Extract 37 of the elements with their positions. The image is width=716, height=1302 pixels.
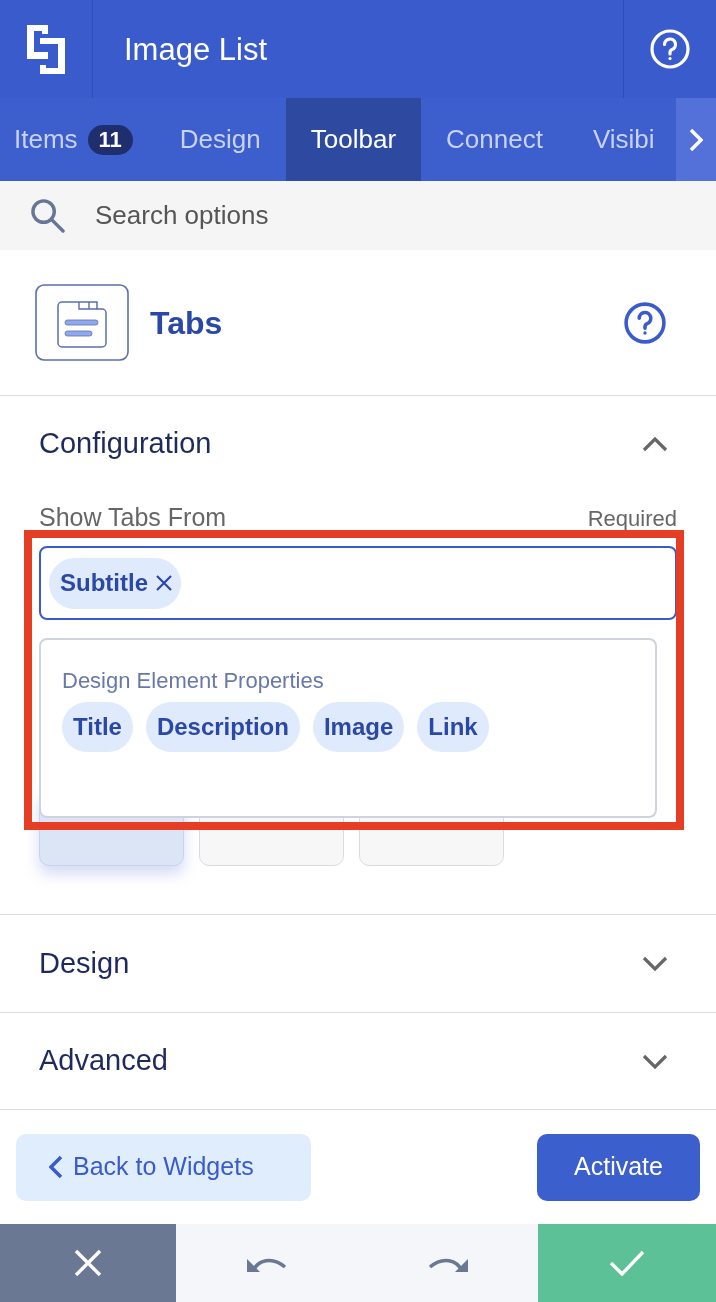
tags-input-field[interactable]: Subtitle [39, 546, 677, 620]
section-header[interactable]: Advanced [0, 1013, 716, 1109]
option-chip[interactable]: Description [145, 702, 300, 752]
chevron-right-icon [689, 127, 703, 152]
back-button[interactable]: Back to Widgets [16, 1133, 311, 1201]
check-icon [609, 1250, 645, 1276]
tab[interactable]: Toolbar [285, 98, 422, 181]
option-chip[interactable]: Image [312, 702, 405, 752]
help-icon [624, 301, 666, 344]
tab[interactable]: Connect [421, 98, 568, 181]
required-label: Required [587, 504, 677, 533]
search-input[interactable]: Search options [95, 196, 696, 235]
section-header[interactable]: Design [0, 915, 716, 1012]
tag-label: Subtitle [60, 568, 148, 598]
chevron-left-icon [49, 1155, 63, 1179]
tab[interactable]: Design [154, 98, 286, 181]
scroll-right-button[interactable] [676, 98, 716, 181]
logo-icon [27, 24, 65, 74]
window-title: Image List [124, 33, 267, 65]
section-header[interactable]: Configuration [0, 396, 716, 492]
option-chip[interactable]: Link [417, 702, 489, 752]
option-chip[interactable]: Title [62, 702, 133, 752]
widget-icon [35, 284, 129, 361]
search-field[interactable]: Search options [0, 181, 716, 250]
tab[interactable]: Visibi [567, 98, 680, 181]
help-icon [650, 29, 690, 69]
count-badge: 11 [87, 124, 133, 155]
activate-button[interactable]: Activate [537, 1133, 700, 1201]
search-icon [30, 198, 65, 233]
close-icon [74, 1249, 102, 1277]
widget-title: Tabs [150, 303, 223, 343]
tab[interactable]: Items 11 [0, 98, 155, 181]
option-group-label: Design Element Properties [62, 668, 324, 694]
tag-chip[interactable]: Subtitle [49, 557, 181, 609]
help-button[interactable] [624, 301, 666, 344]
field-label: Show Tabs From [39, 502, 227, 534]
close-icon[interactable] [156, 575, 172, 591]
